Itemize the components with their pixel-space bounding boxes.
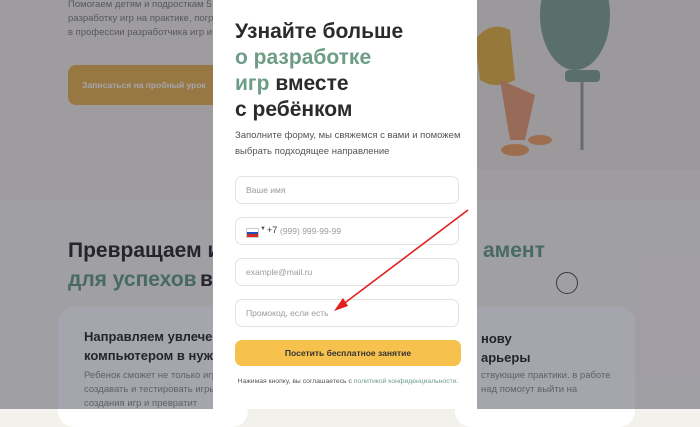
chevron-down-icon[interactable]: ▼ (260, 226, 266, 232)
phone-country-code: +7 (267, 225, 278, 235)
lead-form-modal: Узнайте больше о разработке игр вместе с… (213, 0, 477, 409)
russia-flag-icon[interactable] (246, 228, 259, 238)
name-field-wrapper (235, 176, 459, 204)
submit-free-lesson-button[interactable]: Посетить бесплатное занятие (235, 340, 461, 366)
privacy-policy-link[interactable]: политикой конфиденциальности. (354, 378, 459, 385)
promo-field-wrapper (235, 299, 459, 327)
phone-input[interactable] (280, 218, 450, 244)
name-input[interactable] (246, 177, 446, 203)
phone-field-wrapper: ▼ +7 (235, 217, 459, 245)
email-field-wrapper (235, 258, 459, 286)
modal-description: Заполните форму, мы свяжемся с вами и по… (235, 130, 461, 157)
promo-code-input[interactable] (246, 300, 446, 326)
consent-text: Нажимая кнопку, вы соглашаетесь с полити… (237, 378, 459, 385)
email-input[interactable] (246, 259, 446, 285)
modal-title: Узнайте больше о разработке игр вместе с… (235, 20, 404, 121)
